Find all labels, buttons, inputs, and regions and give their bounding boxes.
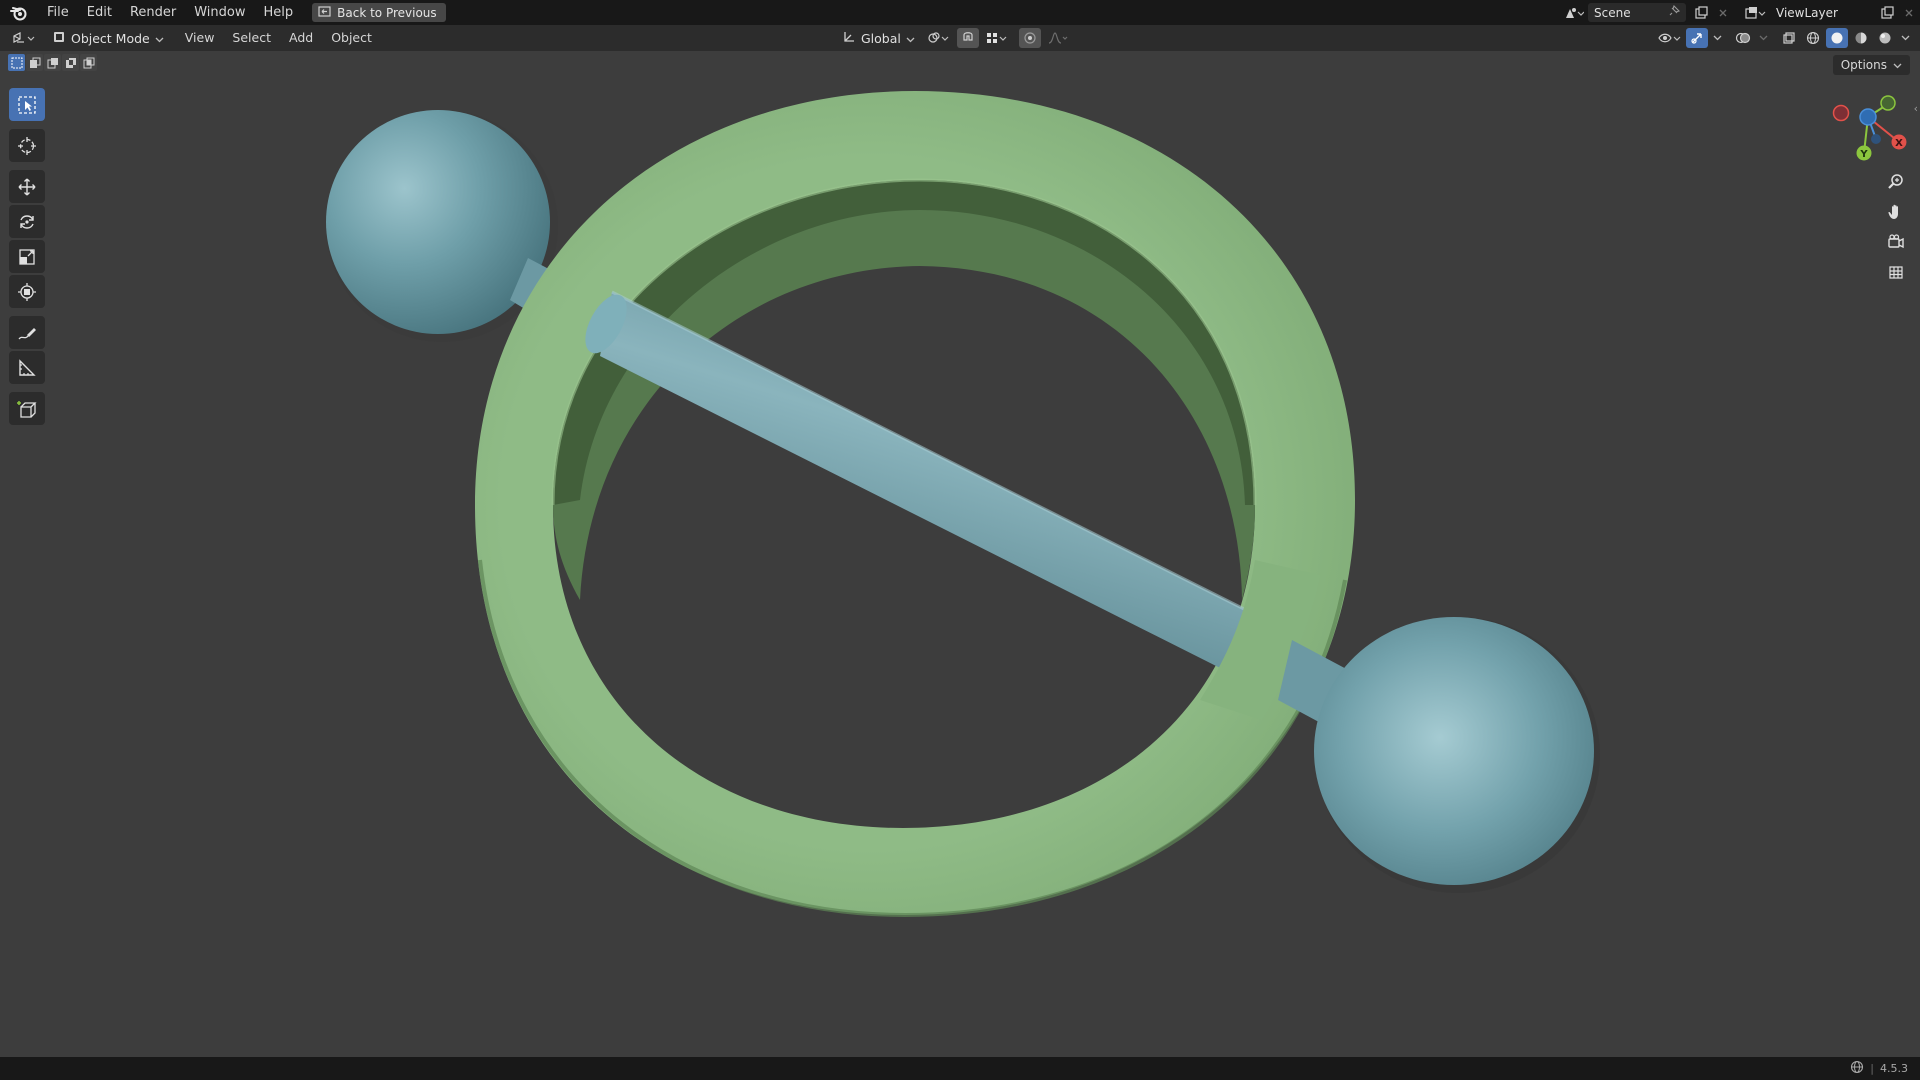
- topbar-right: Scene ViewLayer: [1560, 0, 1920, 25]
- select-intersect-icon[interactable]: [80, 54, 97, 71]
- selection-mode-buttons: [8, 54, 97, 71]
- camera-view-icon[interactable]: [1882, 230, 1910, 254]
- shading-menu-chevron-icon[interactable]: [1898, 28, 1912, 48]
- view-layer-selector-icon[interactable]: [1740, 3, 1770, 23]
- shading-wireframe-icon[interactable]: [1802, 28, 1824, 48]
- overlays-menu-chevron-icon[interactable]: [1756, 28, 1770, 48]
- delete-scene-icon[interactable]: [1712, 3, 1734, 23]
- select-new-icon[interactable]: [8, 54, 25, 71]
- gizmo-toggle-icon[interactable]: [1686, 28, 1708, 48]
- 3d-viewport-icon[interactable]: [6, 28, 42, 48]
- chevron-down-icon: [1893, 58, 1902, 72]
- chevron-down-icon: [155, 31, 164, 46]
- blender-version: 4.5.3: [1880, 1062, 1908, 1075]
- sphere-bottom-right[interactable]: [1314, 617, 1600, 893]
- gizmo-neg-x-icon[interactable]: [1832, 104, 1850, 122]
- snap-toggle-icon[interactable]: [956, 28, 979, 48]
- shading-material-icon[interactable]: [1850, 28, 1872, 48]
- transform-orientation-dropdown[interactable]: Global: [836, 28, 921, 48]
- xray-toggle-icon[interactable]: [1778, 28, 1800, 48]
- mode-dropdown[interactable]: Object Mode: [46, 28, 170, 48]
- visibility-icon[interactable]: [1654, 28, 1684, 48]
- new-scene-icon[interactable]: [1690, 3, 1712, 23]
- status-bar: | 4.5.3: [0, 1057, 1920, 1080]
- back-to-previous-button[interactable]: Back to Previous: [312, 3, 446, 22]
- pan-hand-icon[interactable]: [1882, 200, 1910, 224]
- menu-help[interactable]: Help: [255, 0, 303, 25]
- menu-render[interactable]: Render: [121, 0, 185, 25]
- menu-window[interactable]: Window: [185, 0, 254, 25]
- shading-solid-icon[interactable]: [1826, 28, 1848, 48]
- add-cube-icon[interactable]: [9, 392, 45, 425]
- axis-y-label: Y: [1859, 149, 1868, 160]
- options-dropdown[interactable]: Options: [1832, 55, 1910, 75]
- back-to-previous-label: Back to Previous: [337, 5, 437, 20]
- menu-edit[interactable]: Edit: [78, 0, 121, 25]
- gizmo-neg-z-icon[interactable]: [1871, 134, 1881, 144]
- viewport-header: Object Mode View Select Add Object Globa…: [0, 25, 1920, 51]
- network-globe-icon[interactable]: [1850, 1060, 1864, 1077]
- blender-logo-icon[interactable]: [0, 0, 38, 25]
- mode-label: Object Mode: [71, 30, 150, 46]
- menu-add[interactable]: Add: [280, 25, 322, 51]
- pivot-point-icon[interactable]: [924, 28, 954, 48]
- shading-rendered-icon[interactable]: [1874, 28, 1896, 48]
- navigation-gizmo[interactable]: X Y: [1820, 90, 1912, 172]
- pin-icon[interactable]: [1668, 4, 1681, 20]
- delete-view-layer-icon[interactable]: [1898, 3, 1920, 23]
- transform-icon[interactable]: [9, 275, 45, 308]
- gizmo-menu-chevron-icon[interactable]: [1710, 28, 1724, 48]
- options-label: Options: [1840, 58, 1887, 72]
- select-subtract-icon[interactable]: [44, 54, 61, 71]
- rotate-icon[interactable]: [9, 205, 45, 238]
- gizmo-pos-y-top-icon[interactable]: [1880, 95, 1896, 111]
- menu-select[interactable]: Select: [223, 25, 280, 51]
- transform-controls: Global: [836, 25, 1072, 51]
- sidebar-toggle-icon[interactable]: ‹: [1914, 102, 1918, 115]
- menu-view[interactable]: View: [176, 25, 224, 51]
- top-menu-bar: File Edit Render Window Help Back to Pre…: [0, 0, 1920, 25]
- menu-file[interactable]: File: [38, 0, 78, 25]
- cursor-icon[interactable]: [9, 129, 45, 162]
- grid-ortho-icon[interactable]: [1882, 260, 1910, 284]
- back-icon: [318, 5, 331, 20]
- select-difference-icon[interactable]: [62, 54, 79, 71]
- scene-name-field[interactable]: Scene: [1588, 3, 1686, 22]
- measure-icon[interactable]: [9, 351, 45, 384]
- object-mode-icon: [52, 30, 66, 47]
- axis-x-label: X: [1895, 138, 1903, 149]
- move-icon[interactable]: [9, 170, 45, 203]
- zoom-icon[interactable]: [1882, 170, 1910, 194]
- annotate-icon[interactable]: [9, 316, 45, 349]
- snap-target-icon[interactable]: [982, 28, 1010, 48]
- overlays-toggle-icon[interactable]: [1732, 28, 1754, 48]
- new-view-layer-icon[interactable]: [1876, 3, 1898, 23]
- falloff-curve-icon[interactable]: [1044, 28, 1072, 48]
- view-layer-field[interactable]: ViewLayer: [1770, 3, 1872, 22]
- select-extend-icon[interactable]: [26, 54, 43, 71]
- proportional-editing-icon[interactable]: [1018, 28, 1041, 48]
- orientation-axes-icon: [842, 30, 856, 47]
- tool-shelf: [8, 88, 46, 427]
- view-layer-name: ViewLayer: [1776, 5, 1838, 20]
- menu-object[interactable]: Object: [322, 25, 381, 51]
- scene-selector-icon[interactable]: [1560, 3, 1588, 23]
- status-divider: |: [1870, 1062, 1874, 1075]
- gizmo-pos-z-icon[interactable]: [1859, 108, 1877, 126]
- transform-orientation-label: Global: [861, 30, 901, 46]
- scale-icon[interactable]: [9, 240, 45, 273]
- select-box-icon[interactable]: [9, 88, 45, 121]
- chevron-down-icon: [906, 31, 915, 46]
- scene-name: Scene: [1594, 5, 1631, 20]
- viewport-navigation-buttons: [1882, 170, 1910, 284]
- viewport-shading-controls: [1654, 25, 1912, 51]
- viewport-canvas[interactable]: [0, 51, 1920, 1057]
